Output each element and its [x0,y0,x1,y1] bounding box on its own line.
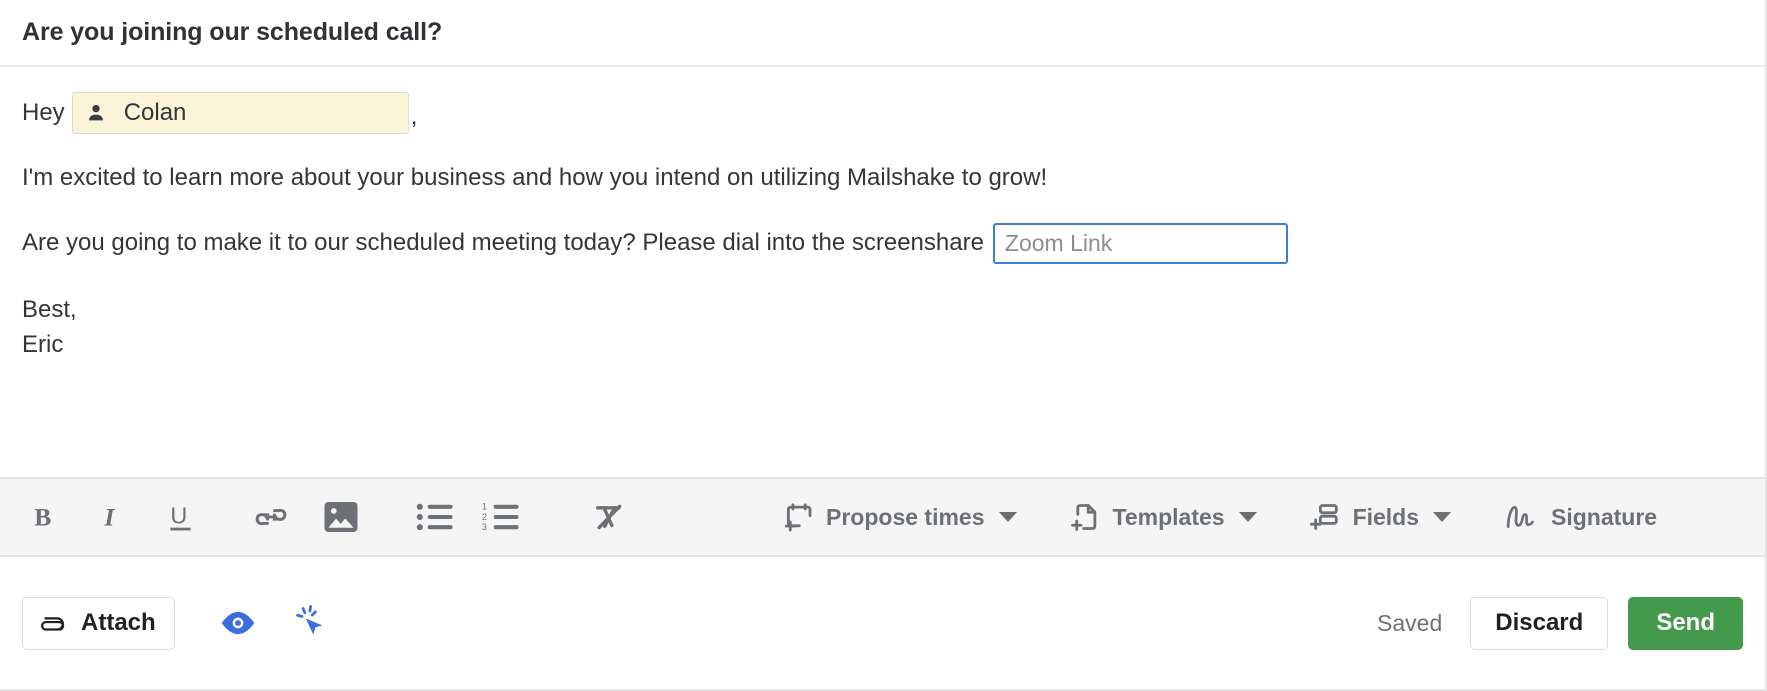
greeting-line: Hey Colan , [22,89,1743,137]
attach-button[interactable]: Attach [22,596,175,650]
svg-text:1: 1 [482,502,487,512]
numbered-list-button[interactable]: 1 2 3 [478,494,524,540]
chevron-down-icon[interactable] [998,512,1017,522]
svg-text:2: 2 [482,512,487,522]
click-tracking-button[interactable] [293,603,333,643]
formatting-toolbar: B I U 1 2 3 Propose times Templates Fiel… [0,477,1765,557]
zoom-link-input[interactable] [992,222,1288,264]
paperclip-icon [37,609,65,637]
fields-menu[interactable]: Fields [1309,501,1452,533]
email-body[interactable]: Hey Colan , I'm excited to learn more ab… [0,67,1765,477]
propose-times-menu[interactable]: Propose times [782,501,1017,533]
preview-button[interactable] [219,608,257,638]
signoff-text: Best, [22,296,77,324]
propose-times-label: Propose times [826,503,985,530]
signature-squiggle-icon [1503,501,1539,533]
templates-label: Templates [1112,503,1225,530]
italic-button[interactable]: I [90,494,136,540]
cursor-click-icon [293,603,333,643]
svg-text:I: I [103,503,115,532]
composer-action-bar: Attach Saved Discard Send [0,557,1765,689]
eye-icon [219,608,257,638]
image-button[interactable] [318,494,364,540]
file-plus-icon [1069,501,1101,533]
discard-button[interactable]: Discard [1470,596,1609,650]
person-icon [85,102,107,124]
bold-button[interactable]: B [22,494,68,540]
meeting-question-text: Are you going to make it to our schedule… [22,229,984,257]
subject-line[interactable]: Are you joining our scheduled call? [22,18,442,47]
svg-text:3: 3 [482,522,487,532]
subject-header: Are you joining our scheduled call? [0,0,1765,67]
attach-label: Attach [81,609,156,636]
templates-menu[interactable]: Templates [1069,501,1257,533]
underline-button[interactable]: U [158,494,204,540]
signature-label: Signature [1551,503,1658,530]
sender-name-text: Eric [22,330,64,358]
merge-field-label: Colan [123,99,187,126]
signature-button[interactable]: Signature [1503,501,1657,533]
chevron-down-icon[interactable] [1433,512,1452,522]
link-button[interactable] [248,494,294,540]
svg-text:U: U [170,502,187,528]
greeting-word: Hey [22,99,65,126]
save-status-label: Saved [1377,609,1443,636]
fields-label: Fields [1352,503,1420,530]
clear-formatting-button[interactable] [586,494,632,540]
email-composer: Are you joining our scheduled call? Hey … [0,0,1767,691]
greeting-comma: , [410,103,418,130]
calendar-plus-icon [782,501,814,533]
meeting-line: Are you going to make it to our schedule… [22,219,1743,267]
svg-text:B: B [34,503,51,532]
merge-field-chip-first-name[interactable]: Colan [71,92,409,134]
body-paragraph-1: I'm excited to learn more about your bus… [22,164,1048,191]
bulleted-list-button[interactable] [412,494,458,540]
send-button[interactable]: Send [1628,596,1743,650]
chevron-down-icon[interactable] [1238,512,1257,522]
fields-plus-icon [1309,501,1341,533]
